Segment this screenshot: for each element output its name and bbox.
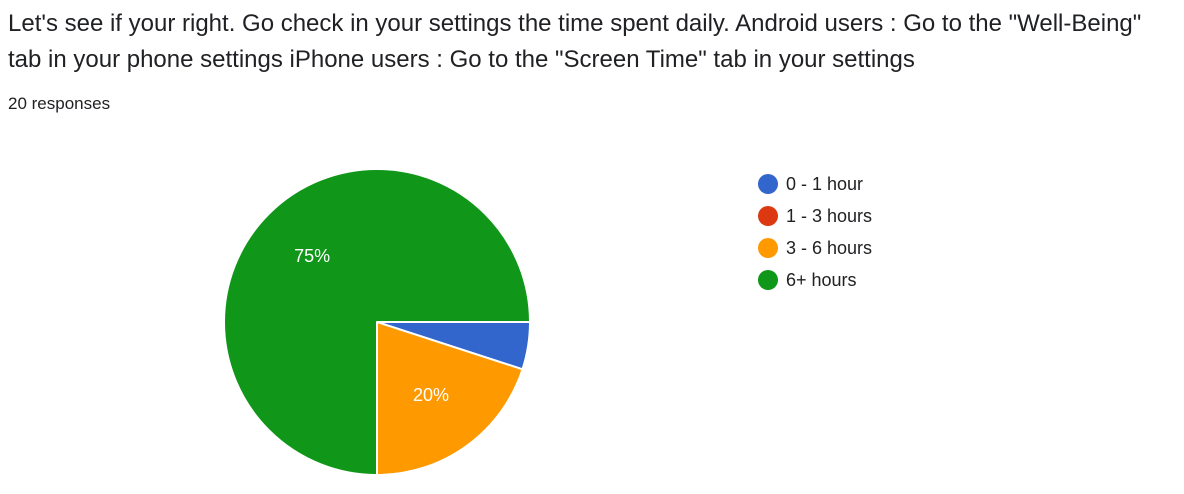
legend-label-1-3-hours: 1 - 3 hours <box>786 205 873 226</box>
pie-label-3-6-hours: 20% <box>413 385 449 405</box>
legend-item-3-6-hours[interactable]: 3 - 6 hours <box>758 232 872 264</box>
pie-chart: 20% 75% <box>223 168 531 476</box>
chart-legend: 0 - 1 hour 1 - 3 hours 3 - 6 hours 6+ ho… <box>758 168 872 296</box>
legend-item-6-plus-hours[interactable]: 6+ hours <box>758 264 872 296</box>
legend-item-0-1-hour[interactable]: 0 - 1 hour <box>758 168 872 200</box>
legend-swatch-3-6-hours <box>758 238 778 258</box>
legend-label-0-1-hour: 0 - 1 hour <box>786 173 864 194</box>
legend-swatch-1-3-hours <box>758 206 778 226</box>
pie-label-6-plus-hours: 75% <box>294 246 330 266</box>
legend-swatch-0-1-hour <box>758 174 778 194</box>
legend-swatch-6-plus-hours <box>758 270 778 290</box>
legend-label-3-6-hours: 3 - 6 hours <box>786 237 873 258</box>
legend-label-6-plus-hours: 6+ hours <box>786 269 857 290</box>
legend-item-1-3-hours[interactable]: 1 - 3 hours <box>758 200 872 232</box>
